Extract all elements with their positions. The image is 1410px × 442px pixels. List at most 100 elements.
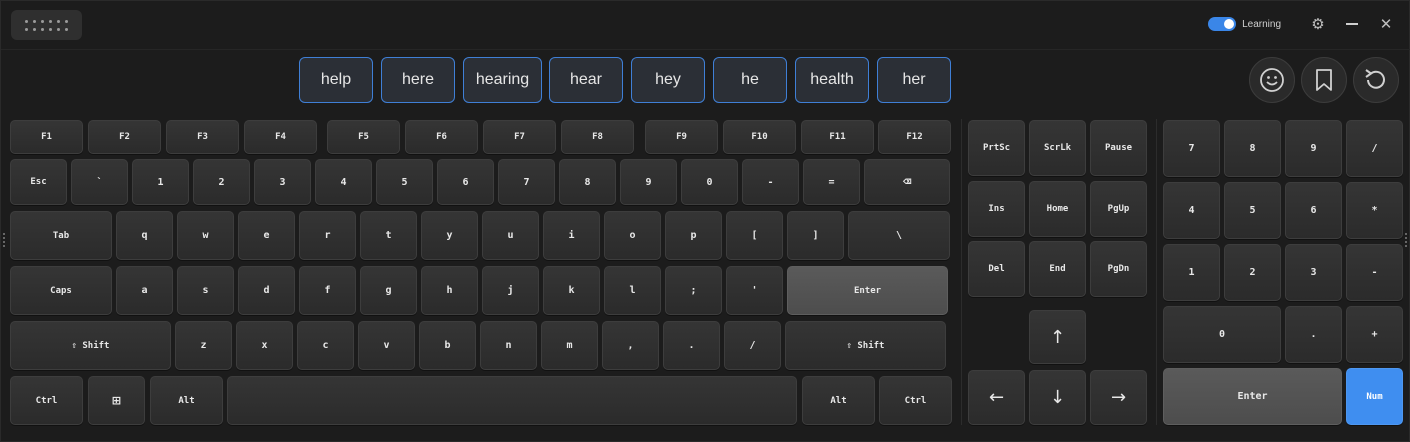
key-equals[interactable]: = bbox=[803, 159, 860, 205]
suggestion-chip[interactable]: hearing bbox=[463, 57, 542, 103]
key-4[interactable]: 4 bbox=[315, 159, 372, 205]
key-9[interactable]: 9 bbox=[620, 159, 677, 205]
key-0[interactable]: 0 bbox=[1163, 306, 1281, 363]
key-backslash[interactable]: \ bbox=[848, 211, 950, 260]
key-1[interactable]: 1 bbox=[132, 159, 189, 205]
key-up[interactable]: ↑ bbox=[1029, 310, 1086, 364]
key-8[interactable]: 8 bbox=[559, 159, 616, 205]
key-0[interactable]: 0 bbox=[681, 159, 738, 205]
key-s[interactable]: s bbox=[177, 266, 234, 315]
key-pgdn[interactable]: PgDn bbox=[1090, 241, 1147, 297]
key-f11[interactable]: F11 bbox=[801, 120, 874, 154]
key-home[interactable]: Home bbox=[1029, 181, 1086, 237]
key-minus[interactable]: - bbox=[742, 159, 799, 205]
suggestion-chip[interactable]: hear bbox=[549, 57, 623, 103]
left-resize-grip[interactable] bbox=[3, 233, 6, 247]
key-f2[interactable]: F2 bbox=[88, 120, 161, 154]
drag-handle[interactable] bbox=[11, 10, 82, 40]
key-i[interactable]: i bbox=[543, 211, 600, 260]
key-4[interactable]: 4 bbox=[1163, 182, 1220, 239]
key-r[interactable]: r bbox=[299, 211, 356, 260]
key-f5[interactable]: F5 bbox=[327, 120, 400, 154]
suggestion-chip[interactable]: here bbox=[381, 57, 455, 103]
key-tab[interactable]: Tab bbox=[10, 211, 112, 260]
key-f3[interactable]: F3 bbox=[166, 120, 239, 154]
key-a[interactable]: a bbox=[116, 266, 173, 315]
key-caps[interactable]: Caps bbox=[10, 266, 112, 315]
key-scrlk[interactable]: ScrLk bbox=[1029, 120, 1086, 176]
key-left-bracket[interactable]: [ bbox=[726, 211, 783, 260]
key-z[interactable]: z bbox=[175, 321, 232, 370]
key-f6[interactable]: F6 bbox=[405, 120, 478, 154]
key-c[interactable]: c bbox=[297, 321, 354, 370]
key-num[interactable]: Num bbox=[1346, 368, 1403, 425]
key-2[interactable]: 2 bbox=[1224, 244, 1281, 301]
key-f1[interactable]: F1 bbox=[10, 120, 83, 154]
key-pgup[interactable]: PgUp bbox=[1090, 181, 1147, 237]
key-alt[interactable]: Alt bbox=[802, 376, 875, 425]
toggle-switch[interactable] bbox=[1208, 17, 1237, 31]
key-enter[interactable]: Enter bbox=[1163, 368, 1342, 425]
key-t[interactable]: t bbox=[360, 211, 417, 260]
key-semicolon[interactable]: ; bbox=[665, 266, 722, 315]
key-minus[interactable]: - bbox=[1346, 244, 1403, 301]
key-f[interactable]: f bbox=[299, 266, 356, 315]
key-5[interactable]: 5 bbox=[376, 159, 433, 205]
key-shift[interactable]: ⇧ Shift bbox=[785, 321, 946, 370]
key-ctrl[interactable]: Ctrl bbox=[10, 376, 83, 425]
key-n[interactable]: n bbox=[480, 321, 537, 370]
key-l[interactable]: l bbox=[604, 266, 661, 315]
key-end[interactable]: End bbox=[1029, 241, 1086, 297]
key-slash[interactable]: / bbox=[1346, 120, 1403, 177]
key-period[interactable]: . bbox=[663, 321, 720, 370]
key-e[interactable]: e bbox=[238, 211, 295, 260]
key-7[interactable]: 7 bbox=[498, 159, 555, 205]
key-f8[interactable]: F8 bbox=[561, 120, 634, 154]
key-b[interactable]: b bbox=[419, 321, 476, 370]
suggestion-chip[interactable]: health bbox=[795, 57, 869, 103]
key-slash[interactable]: / bbox=[724, 321, 781, 370]
suggestion-chip[interactable]: her bbox=[877, 57, 951, 103]
minimize-button[interactable] bbox=[1335, 7, 1369, 41]
key-h[interactable]: h bbox=[421, 266, 478, 315]
key-j[interactable]: j bbox=[482, 266, 539, 315]
key-quote[interactable]: ' bbox=[726, 266, 783, 315]
key-y[interactable]: y bbox=[421, 211, 478, 260]
key-m[interactable]: m bbox=[541, 321, 598, 370]
key-1[interactable]: 1 bbox=[1163, 244, 1220, 301]
key-5[interactable]: 5 bbox=[1224, 182, 1281, 239]
key-prtsc[interactable]: PrtSc bbox=[968, 120, 1025, 176]
key-7[interactable]: 7 bbox=[1163, 120, 1220, 177]
key-o[interactable]: o bbox=[604, 211, 661, 260]
key-f4[interactable]: F4 bbox=[244, 120, 317, 154]
bookmark-button[interactable] bbox=[1301, 57, 1347, 103]
key-u[interactable]: u bbox=[482, 211, 539, 260]
key-ctrl[interactable]: Ctrl bbox=[879, 376, 952, 425]
key-f12[interactable]: F12 bbox=[878, 120, 951, 154]
key-pause[interactable]: Pause bbox=[1090, 120, 1147, 176]
settings-button[interactable]: ⚙ bbox=[1301, 7, 1335, 41]
right-resize-grip[interactable] bbox=[1405, 233, 1408, 247]
key-6[interactable]: 6 bbox=[437, 159, 494, 205]
key-d[interactable]: d bbox=[238, 266, 295, 315]
key-comma[interactable]: , bbox=[602, 321, 659, 370]
key-g[interactable]: g bbox=[360, 266, 417, 315]
key-p[interactable]: p bbox=[665, 211, 722, 260]
key-x[interactable]: x bbox=[236, 321, 293, 370]
key-9[interactable]: 9 bbox=[1285, 120, 1342, 177]
key-3[interactable]: 3 bbox=[1285, 244, 1342, 301]
key-8[interactable]: 8 bbox=[1224, 120, 1281, 177]
key-ins[interactable]: Ins bbox=[968, 181, 1025, 237]
key-q[interactable]: q bbox=[116, 211, 173, 260]
key-2[interactable]: 2 bbox=[193, 159, 250, 205]
key-space[interactable] bbox=[227, 376, 797, 425]
key-asterisk[interactable]: * bbox=[1346, 182, 1403, 239]
reset-button[interactable] bbox=[1353, 57, 1399, 103]
key-esc[interactable]: Esc bbox=[10, 159, 67, 205]
key-6[interactable]: 6 bbox=[1285, 182, 1342, 239]
key-k[interactable]: k bbox=[543, 266, 600, 315]
key-alt[interactable]: Alt bbox=[150, 376, 223, 425]
key-v[interactable]: v bbox=[358, 321, 415, 370]
key-windows[interactable]: ⊞ bbox=[88, 376, 145, 425]
suggestion-chip[interactable]: he bbox=[713, 57, 787, 103]
